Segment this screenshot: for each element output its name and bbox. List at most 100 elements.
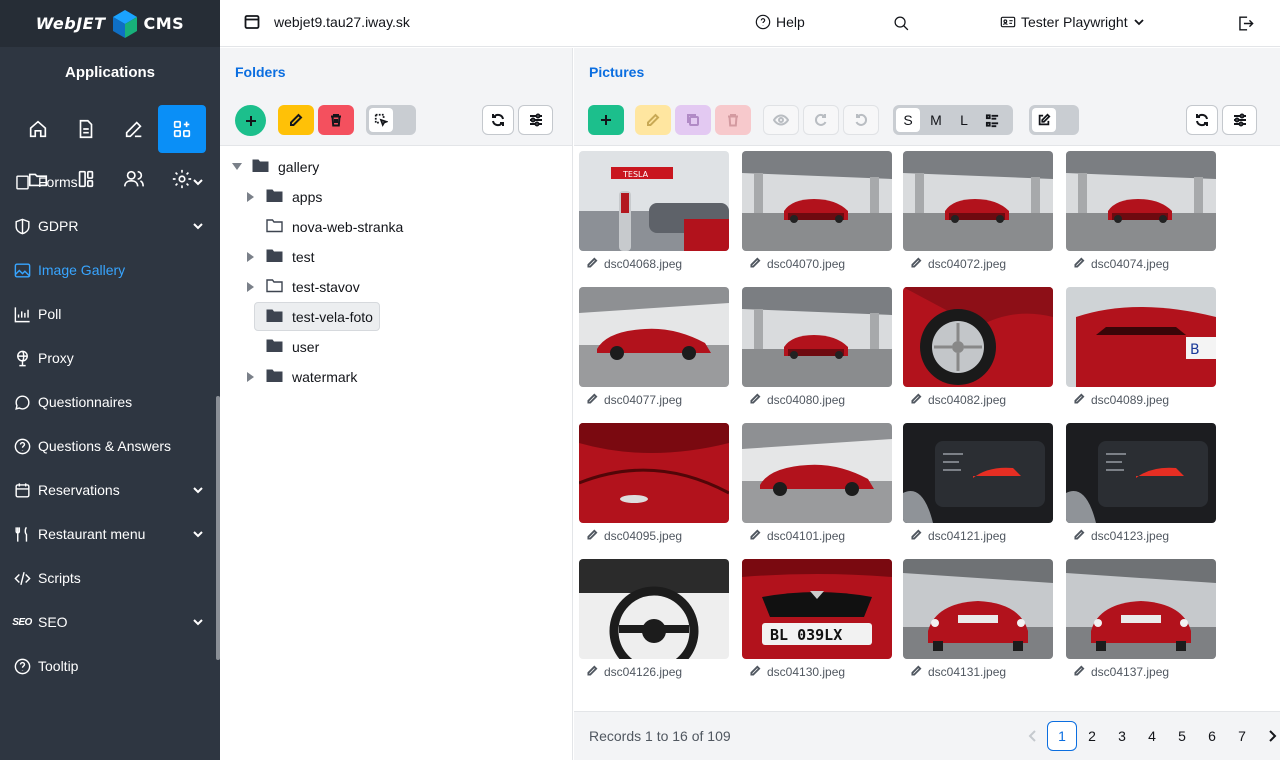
page-button[interactable]: 2	[1077, 721, 1107, 751]
image-thumbnail[interactable]	[903, 151, 1053, 251]
pencil-icon[interactable]	[1074, 393, 1085, 407]
image-tile[interactable]: dsc04101.jpeg	[742, 423, 892, 543]
image-caption[interactable]: dsc04130.jpeg	[742, 665, 892, 679]
image-tile[interactable]: dsc04077.jpeg	[579, 287, 729, 407]
image-thumbnail[interactable]	[742, 423, 892, 523]
document-icon[interactable]	[62, 105, 110, 153]
pencil-icon[interactable]	[1074, 257, 1085, 271]
caret-right-icon[interactable]	[246, 372, 256, 382]
image-caption[interactable]: dsc04068.jpeg	[579, 257, 729, 271]
image-caption[interactable]: dsc04070.jpeg	[742, 257, 892, 271]
refresh-folders-button[interactable]	[482, 105, 514, 135]
image-thumbnail[interactable]	[742, 287, 892, 387]
pencil-icon[interactable]	[1074, 665, 1085, 679]
prev-page-button[interactable]	[1017, 721, 1047, 751]
image-thumbnail[interactable]: BL 039LX	[742, 559, 892, 659]
page-button[interactable]: 7	[1227, 721, 1257, 751]
image-caption[interactable]: dsc04126.jpeg	[579, 665, 729, 679]
image-thumbnail[interactable]	[579, 287, 729, 387]
image-caption[interactable]: dsc04074.jpeg	[1066, 257, 1216, 271]
image-tile[interactable]: dsc04072.jpeg	[903, 151, 1053, 271]
sidebar-item-restaurant-menu[interactable]: Restaurant menu	[0, 512, 216, 556]
image-thumbnail[interactable]	[1066, 423, 1216, 523]
image-tile[interactable]: dsc04080.jpeg	[742, 287, 892, 407]
sidebar-item-tooltip[interactable]: Tooltip	[0, 644, 216, 688]
image-caption[interactable]: dsc04123.jpeg	[1066, 529, 1216, 543]
pencil-icon[interactable]	[911, 393, 922, 407]
image-caption[interactable]: dsc04101.jpeg	[742, 529, 892, 543]
delete-image-button[interactable]	[715, 105, 751, 135]
image-thumbnail[interactable]	[742, 151, 892, 251]
image-tile[interactable]: Bdsc04089.jpeg	[1066, 287, 1216, 407]
folder-tree-item[interactable]: user	[220, 332, 572, 362]
folder-tree-item[interactable]: test-stavov	[220, 272, 572, 302]
pencil-icon[interactable]	[1074, 529, 1085, 543]
sidebar-item-poll[interactable]: Poll	[0, 292, 216, 336]
pencil-icon[interactable]	[750, 393, 761, 407]
logo[interactable]: WebJET CMS	[0, 0, 220, 47]
duplicate-image-button[interactable]	[675, 105, 711, 135]
size-medium-button[interactable]: M	[924, 108, 948, 132]
list-view-button[interactable]	[980, 108, 1004, 132]
folder-tree-item[interactable]: test	[220, 242, 572, 272]
pencil-icon[interactable]	[587, 665, 598, 679]
sidebar-item-gdpr[interactable]: GDPR	[0, 204, 216, 248]
image-thumbnail[interactable]: TESLA	[579, 151, 729, 251]
edit-folder-button[interactable]	[278, 105, 314, 135]
add-folder-button[interactable]	[235, 105, 266, 136]
image-thumbnail[interactable]	[579, 423, 729, 523]
pencil-icon[interactable]	[911, 665, 922, 679]
caret-right-icon[interactable]	[246, 282, 256, 292]
help-link[interactable]: Help	[755, 14, 805, 30]
folder-tree-item[interactable]: watermark	[220, 362, 572, 392]
image-thumbnail[interactable]	[1066, 559, 1216, 659]
sidebar-item-forms[interactable]: Forms	[0, 160, 216, 204]
pencil-icon[interactable]	[911, 529, 922, 543]
pencil-icon[interactable]	[587, 529, 598, 543]
user-menu[interactable]: Tester Playwright	[1000, 14, 1145, 30]
image-caption[interactable]: dsc04095.jpeg	[579, 529, 729, 543]
image-caption[interactable]: dsc04089.jpeg	[1066, 393, 1216, 407]
rotate-left-button[interactable]	[843, 105, 879, 135]
image-tile[interactable]: dsc04082.jpeg	[903, 287, 1053, 407]
image-tile[interactable]: dsc04137.jpeg	[1066, 559, 1216, 679]
edit-mode-toggle[interactable]	[1029, 105, 1079, 135]
image-caption[interactable]: dsc04077.jpeg	[579, 393, 729, 407]
page-button[interactable]: 6	[1197, 721, 1227, 751]
image-tile[interactable]: dsc04131.jpeg	[903, 559, 1053, 679]
pencil-icon[interactable]	[750, 665, 761, 679]
refresh-images-button[interactable]	[1186, 105, 1218, 135]
image-tile[interactable]: dsc04095.jpeg	[579, 423, 729, 543]
caret-right-icon[interactable]	[246, 192, 256, 202]
image-tile[interactable]: TESLA dsc04068.jpeg	[579, 151, 729, 271]
image-thumbnail[interactable]	[579, 559, 729, 659]
sidebar-item-questionnaires[interactable]: Questionnaires	[0, 380, 216, 424]
preview-image-button[interactable]	[763, 105, 799, 135]
domain-selector[interactable]: webjet9.tau27.iway.sk	[244, 14, 410, 30]
image-caption[interactable]: dsc04121.jpeg	[903, 529, 1053, 543]
next-page-button[interactable]	[1257, 721, 1280, 751]
home-icon[interactable]	[14, 105, 62, 153]
sidebar-item-proxy[interactable]: Proxy	[0, 336, 216, 380]
image-thumbnail[interactable]: B	[1066, 287, 1216, 387]
image-thumbnail[interactable]	[903, 287, 1053, 387]
page-button[interactable]: 5	[1167, 721, 1197, 751]
image-caption[interactable]: dsc04082.jpeg	[903, 393, 1053, 407]
sidebar-item-questions-answers[interactable]: Questions & Answers	[0, 424, 216, 468]
page-button[interactable]: 1	[1047, 721, 1077, 751]
edit-icon[interactable]	[110, 105, 158, 153]
pencil-icon[interactable]	[750, 529, 761, 543]
image-caption[interactable]: dsc04072.jpeg	[903, 257, 1053, 271]
sidebar-item-reservations[interactable]: Reservations	[0, 468, 216, 512]
pencil-icon[interactable]	[911, 257, 922, 271]
pencil-icon[interactable]	[587, 393, 598, 407]
image-caption[interactable]: dsc04137.jpeg	[1066, 665, 1216, 679]
folder-tree-item[interactable]: apps	[220, 182, 572, 212]
add-image-button[interactable]	[588, 105, 624, 135]
image-tile[interactable]: dsc04121.jpeg	[903, 423, 1053, 543]
folder-tree-item[interactable]: nova-web-stranka	[220, 212, 572, 242]
image-tile[interactable]: dsc04070.jpeg	[742, 151, 892, 271]
select-mode-toggle[interactable]	[366, 105, 416, 135]
sidebar-item-image-gallery[interactable]: Image Gallery	[0, 248, 216, 292]
delete-folder-button[interactable]	[318, 105, 354, 135]
